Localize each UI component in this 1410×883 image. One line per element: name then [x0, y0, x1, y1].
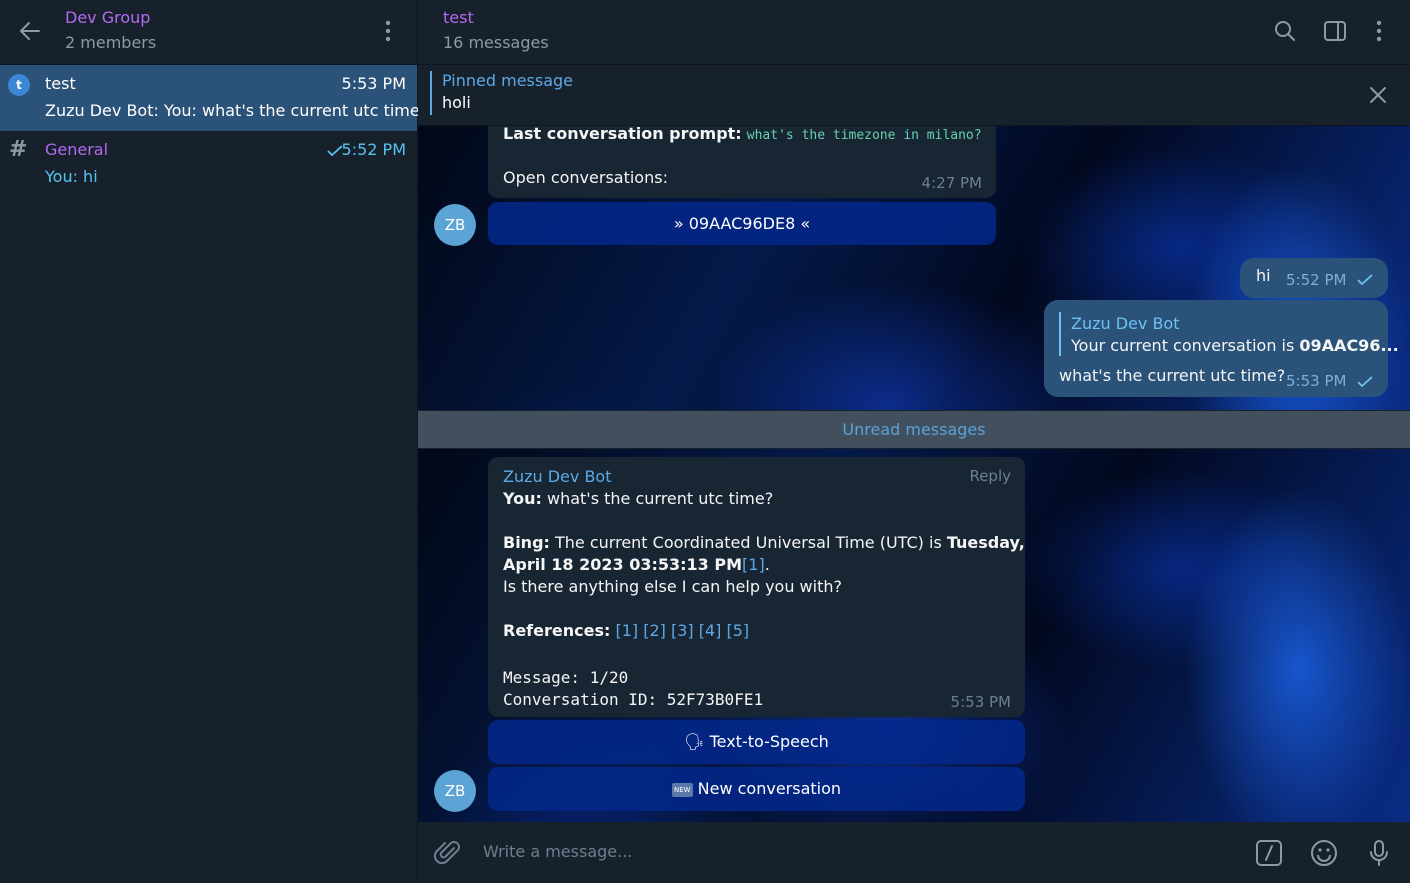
- reply-author: Zuzu Dev Bot: [1071, 314, 1180, 333]
- message-list-lower: Zuzu Dev Bot Reply You: what's the curre…: [418, 449, 1410, 822]
- dialog-name: test: [45, 74, 76, 93]
- new-badge-icon: NEW: [671, 782, 693, 797]
- message-composer: Write a message...: [418, 823, 1410, 883]
- followup-text: Is there anything else I can help you wi…: [503, 577, 842, 596]
- pinned-indicator: [430, 71, 432, 115]
- bing-label: Bing:: [503, 533, 550, 552]
- emoji-icon[interactable]: [1310, 839, 1338, 867]
- bing-ref-link[interactable]: [1]: [742, 555, 765, 574]
- close-icon[interactable]: [1366, 83, 1390, 107]
- message-text: Last conversation prompt: what's the tim…: [503, 126, 982, 143]
- outgoing-message-hi[interactable]: hi 5:52 PM: [1240, 258, 1388, 298]
- dialog-preview: Zuzu Dev Bot: You: what's the current ut…: [45, 101, 429, 120]
- bing-text: The current Coordinated Universal Time (…: [549, 533, 947, 552]
- message-input[interactable]: Write a message...: [483, 842, 632, 861]
- pinned-text: holi: [442, 93, 471, 112]
- side-panel-icon[interactable]: [1322, 18, 1348, 44]
- open-conversations-label: Open conversations:: [503, 168, 668, 187]
- group-member-count: 2 members: [65, 33, 157, 52]
- speaker-icon: 🗣: [684, 732, 705, 751]
- bot-message-bubble[interactable]: Zuzu Dev Bot Reply You: what's the curre…: [488, 457, 1025, 717]
- you-label: You:: [503, 489, 542, 508]
- dialog-name: General: [45, 140, 109, 159]
- message-counter: Message: 1/20: [503, 668, 629, 687]
- bing-bold-day: Tuesday,: [946, 533, 1025, 552]
- reply-indicator: [1059, 312, 1061, 356]
- chat-list-sidebar: Dev Group 2 members t test 5:53 PM Zuzu …: [0, 0, 428, 883]
- paperclip-icon[interactable]: [434, 839, 462, 867]
- chat-message-count: 16 messages: [443, 33, 549, 52]
- message-author[interactable]: Zuzu Dev Bot: [503, 467, 611, 486]
- message-time: 4:27 PM: [921, 174, 982, 192]
- bing-line: Bing: The current Coordinated Universal …: [503, 533, 1025, 552]
- bot-avatar[interactable]: ZB: [434, 204, 476, 246]
- group-title[interactable]: Dev Group: [65, 8, 150, 27]
- references-line: References: [1] [2] [3] [4] [5]: [503, 621, 749, 640]
- bing-line-2: April 18 2023 03:53:13 PM[1].: [503, 555, 770, 574]
- conversation-id: Conversation ID: 52F73B0FE1: [503, 690, 764, 709]
- text-to-speech-button[interactable]: 🗣 Text-to-Speech: [488, 720, 1025, 764]
- sidebar-header: Dev Group 2 members: [0, 0, 417, 65]
- message-text: hi: [1256, 266, 1271, 285]
- dialog-time: 5:53 PM: [341, 74, 406, 93]
- chat-area: test 16 messages Pinned message holi Las…: [418, 0, 1410, 883]
- message-text: what's the current utc time?: [1059, 366, 1286, 385]
- bing-bold-date: April 18 2023 03:53:13 PM: [503, 555, 743, 574]
- pinned-message-bar[interactable]: Pinned message holi: [418, 65, 1410, 126]
- you-line: You: what's the current utc time?: [503, 489, 773, 508]
- message-list-upper: Last conversation prompt: what's the tim…: [418, 126, 1410, 410]
- dialog-item-test[interactable]: t test 5:53 PM Zuzu Dev Bot: You: what's…: [0, 65, 428, 131]
- reference-links[interactable]: [1] [2] [3] [4] [5]: [615, 621, 749, 640]
- outgoing-message-reply[interactable]: Zuzu Dev Bot Your current conversation i…: [1044, 300, 1399, 397]
- reply-prefix: Your current conversation is: [1071, 336, 1300, 355]
- prompt-label: Last conversation prompt:: [503, 126, 742, 143]
- new-conversation-button[interactable]: NEW New conversation: [488, 767, 1025, 811]
- chat-header: test 16 messages: [418, 0, 1410, 65]
- prompt-value: what's the timezone in milano?: [746, 128, 982, 143]
- reply-preview: Your current conversation is 09AAC96...: [1071, 336, 1399, 355]
- more-vertical-icon[interactable]: [380, 18, 396, 44]
- search-icon[interactable]: [1272, 18, 1298, 44]
- button-label: New conversation: [697, 779, 842, 798]
- dialog-item-general[interactable]: # General 5:52 PM You: hi: [0, 131, 417, 197]
- dialog-avatar: t: [8, 74, 30, 96]
- bot-message-bubble[interactable]: Last conversation prompt: what's the tim…: [488, 126, 996, 198]
- check-icon: [1357, 376, 1373, 388]
- conversation-button[interactable]: » 09AAC96DE8 «: [488, 202, 996, 245]
- dialog-preview: You: hi: [45, 167, 98, 186]
- microphone-icon[interactable]: [1365, 839, 1393, 867]
- you-text: what's the current utc time?: [541, 489, 774, 508]
- reply-bold: 09AAC96...: [1299, 336, 1399, 355]
- more-vertical-icon[interactable]: [1366, 18, 1392, 44]
- message-time: 5:52 PM: [1286, 271, 1347, 289]
- pinned-label: Pinned message: [442, 71, 574, 90]
- bot-avatar[interactable]: ZB: [434, 770, 476, 812]
- topic-hash-icon: #: [9, 137, 28, 162]
- chat-title[interactable]: test: [443, 8, 474, 27]
- message-time: 5:53 PM: [1286, 372, 1347, 390]
- back-arrow-icon[interactable]: [17, 18, 43, 44]
- dialog-time: 5:52 PM: [341, 140, 406, 159]
- bing-end: .: [764, 555, 770, 574]
- reply-link[interactable]: Reply: [969, 467, 1011, 485]
- message-time: 5:53 PM: [950, 693, 1011, 711]
- bot-command-icon[interactable]: [1255, 839, 1283, 867]
- button-label: Text-to-Speech: [709, 732, 829, 751]
- check-icon: [1357, 274, 1373, 286]
- references-label: References:: [503, 621, 611, 640]
- unread-label: Unread messages: [842, 420, 986, 439]
- unread-messages-divider: Unread messages: [418, 411, 1410, 448]
